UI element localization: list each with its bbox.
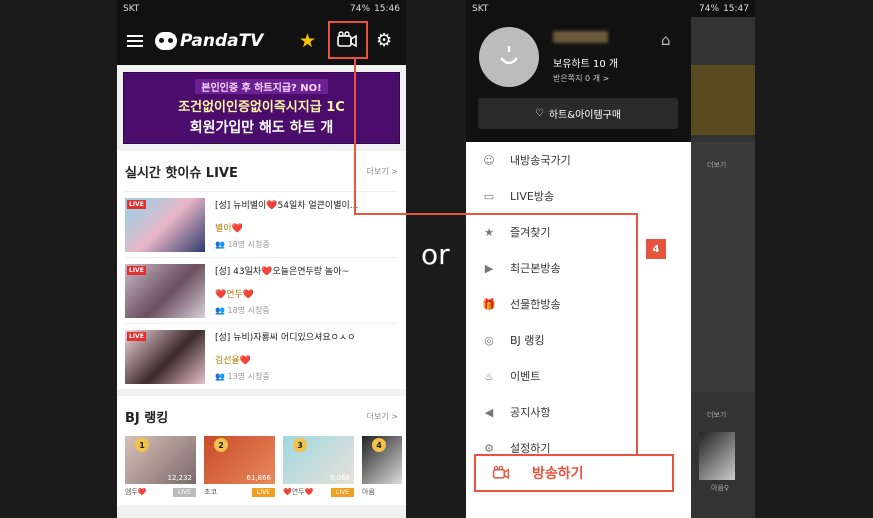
rank-thumbnail[interactable]: 2 61,866 <box>204 436 275 484</box>
menu-item-gifted[interactable]: 🎁 선물한방송 <box>466 286 691 322</box>
rank-item[interactable]: 2 61,866 초코 LIVE <box>204 436 275 497</box>
carrier-label: SKT <box>123 3 140 14</box>
side-drawer: 보유하트 10 개 받은쪽지 0 개 > ⌂ ♡ 하트&아이템구매 ☺ 내방송국가기… <box>466 17 691 518</box>
panda-logo-icon <box>155 32 177 50</box>
avatar[interactable] <box>479 27 539 87</box>
app-logo[interactable]: PandaTV <box>155 31 263 51</box>
person-icon: ☺ <box>483 153 495 167</box>
live-title: [성] 뉴비)자룡씨 어디있으셔요ㅇㅅㅇ <box>215 333 356 343</box>
live-thumbnail[interactable]: LIVE <box>125 264 205 318</box>
bj-name: ❤️연두❤️ <box>215 290 254 300</box>
rank-item[interactable]: 4 아윰 <box>362 436 402 497</box>
live-icon: ▭ <box>483 189 495 203</box>
heart-icon: ♡ <box>534 108 544 119</box>
carrier-label: SKT <box>472 3 489 14</box>
live-section-title: 실시간 핫이슈 LIVE <box>125 165 238 181</box>
home-icon[interactable]: ⌂ <box>661 31 671 49</box>
rank-section: BJ 랭킹 더보기 > 1 12,232 엠두❤️ LIVE 2 61,866 초코 L… <box>117 396 406 505</box>
live-more-link[interactable]: 더보기 > <box>367 166 398 177</box>
profile-header: 보유하트 10 개 받은쪽지 0 개 > ⌂ ♡ 하트&아이템구매 <box>466 17 691 142</box>
live-thumbnail[interactable]: LIVE <box>125 330 205 384</box>
notes-link[interactable]: 받은쪽지 0 개 > <box>553 73 609 84</box>
or-label: or <box>421 238 450 271</box>
right-phone-screen: SKT 74% 15:47 더보기 더보기 아윰♀ 보유하트 10 개 받은쪽지… <box>466 0 755 518</box>
viewer-count: 👥 18명 시청중 <box>215 240 270 249</box>
start-broadcast-button[interactable]: 방송하기 <box>474 454 674 492</box>
rank-item[interactable]: 3 8,066 ❤️연두❤️ LIVE <box>283 436 354 497</box>
menu-item-bj-ranking[interactable]: ◎ BJ 랭킹 <box>466 322 691 358</box>
rank-thumbnail[interactable]: 4 <box>362 436 402 484</box>
rank-section-title: BJ 랭킹 <box>125 410 169 426</box>
megaphone-icon: ◀ <box>484 405 494 419</box>
hearts-count: 보유하트 10 개 <box>553 59 619 70</box>
rank-more-link[interactable]: 더보기 > <box>367 411 398 422</box>
bj-name: 별이❤️ <box>215 224 243 234</box>
peek-more: 더보기 <box>707 411 727 419</box>
drawer-menu: ☺ 내방송국가기 ▭ LIVE방송 ★ 즐겨찾기 ▶ 최근본방송 🎁 선물한방송 ◎ BJ … <box>466 142 691 466</box>
live-thumbnail[interactable]: LIVE <box>125 198 205 252</box>
step-badge: 4 <box>646 239 666 259</box>
menu-item-my-station[interactable]: ☺ 내방송국가기 <box>466 142 691 178</box>
camera-highlight-box <box>328 21 368 59</box>
left-phone-screen: SKT 74% 15:46 PandaTV ★ ⚙ 본인인증 후 하트지급? N… <box>117 0 406 518</box>
buy-hearts-button[interactable]: ♡ 하트&아이템구매 <box>478 98 678 129</box>
peek-thumbnail <box>699 432 735 480</box>
live-section: 실시간 핫이슈 LIVE 더보기 > LIVE [성] 뉴비별이❤️54일차 얼… <box>117 151 406 389</box>
connector-line <box>354 213 638 215</box>
smile-icon <box>500 46 518 65</box>
connector-line <box>354 58 356 215</box>
peek-more: 더보기 <box>707 161 727 169</box>
gear-icon: ⚙ <box>484 441 494 455</box>
bj-name: 김선율❤️ <box>215 356 252 366</box>
time-label: 15:46 <box>374 3 400 14</box>
menu-item-event[interactable]: ♨ 이벤트 <box>466 358 691 394</box>
settings-gear-icon[interactable]: ⚙ <box>376 30 392 51</box>
menu-item-notice[interactable]: ◀ 공지사항 <box>466 394 691 430</box>
battery-label: 74% <box>350 3 371 14</box>
live-item[interactable]: LIVE [성] 뉴비별이❤️54일차 얼큰이별이... 별이❤️ 👥 18명 … <box>125 191 398 257</box>
medal-icon: ◎ <box>484 333 494 347</box>
live-item[interactable]: LIVE [성] 뉴비)자룡씨 어디있으셔요ㅇㅅㅇ 김선율❤️ 👥 13명 시청… <box>125 323 398 389</box>
live-title: [성] 43일차❤️오늘은연두랑 놀아~ <box>215 267 350 277</box>
background-app-peek: 더보기 더보기 아윰♀ <box>691 17 755 518</box>
broadcast-camera-icon <box>492 465 510 480</box>
live-title: [성] 뉴비별이❤️54일차 얼큰이별이... <box>215 201 359 211</box>
connector-line <box>636 213 638 454</box>
gift-icon: 🎁 <box>482 297 496 311</box>
battery-label: 74% <box>699 3 720 14</box>
peek-rank-name: 아윰♀ <box>711 484 730 492</box>
menu-item-live[interactable]: ▭ LIVE방송 <box>466 178 691 214</box>
status-bar: SKT 74% 15:47 <box>466 0 755 17</box>
username-blurred <box>553 31 608 43</box>
star-icon[interactable]: ★ <box>299 30 316 52</box>
play-icon: ▶ <box>484 261 494 275</box>
menu-icon[interactable] <box>127 35 143 47</box>
rank-thumbnail[interactable]: 1 12,232 <box>125 436 196 484</box>
live-item[interactable]: LIVE [성] 43일차❤️오늘은연두랑 놀아~ ❤️연두❤️ 👥 18명 시… <box>125 257 398 323</box>
rank-thumbnail[interactable]: 3 8,066 <box>283 436 354 484</box>
viewer-count: 👥 13명 시청중 <box>215 372 270 381</box>
promo-banner[interactable]: 본인인증 후 하트지급? NO! 조건없이인증없이즉시지급 1C 회원가입만 해… <box>123 72 400 144</box>
rank-item[interactable]: 1 12,232 엠두❤️ LIVE <box>125 436 196 497</box>
star-icon: ★ <box>484 225 494 239</box>
status-bar: SKT 74% 15:46 <box>117 0 406 17</box>
viewer-count: 👥 18명 시청중 <box>215 306 270 315</box>
cake-icon: ♨ <box>484 369 494 383</box>
time-label: 15:47 <box>723 3 749 14</box>
